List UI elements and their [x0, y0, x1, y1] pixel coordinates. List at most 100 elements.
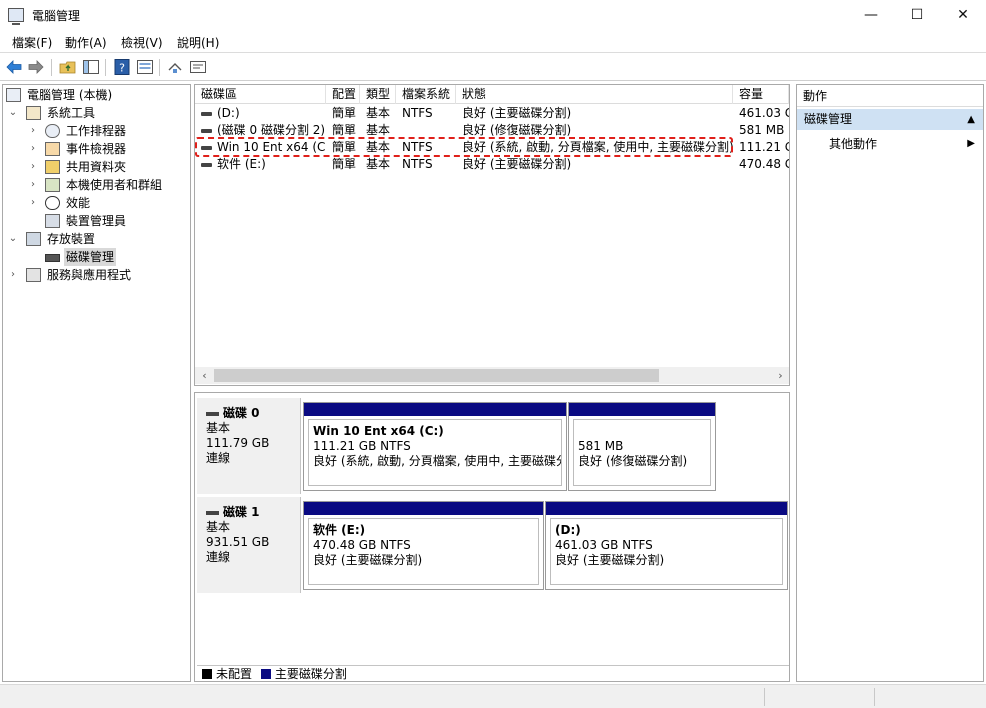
partition-status: 良好 (主要磁碟分割)	[555, 553, 665, 567]
disk-graphical-view: 磁碟 0 基本 111.79 GB 連線 Win 10 Ent x64 (C:)…	[194, 392, 790, 682]
maximize-button[interactable]: ☐	[894, 0, 940, 31]
chevron-right-icon[interactable]: ›	[28, 158, 38, 176]
cell-capacity: 470.48 GB	[739, 157, 789, 171]
column-header-filesystem[interactable]: 檔案系統	[396, 85, 456, 104]
computer-management-icon	[8, 8, 24, 25]
title-bar: 電腦管理 — ☐ ✕	[0, 0, 986, 31]
event-log-icon	[45, 142, 60, 156]
primary-partition-band	[304, 403, 566, 416]
cell-volume: (D:)	[217, 106, 240, 120]
horizontal-scrollbar[interactable]: ‹ ›	[195, 367, 789, 384]
collapse-up-icon[interactable]: ▲	[967, 109, 975, 130]
menu-help[interactable]: 說明(H)	[177, 34, 219, 51]
primary-partition-band	[569, 403, 715, 416]
highlight-annotation	[195, 137, 733, 157]
cell-volume: (磁碟 0 磁碟分割 2)	[217, 123, 326, 137]
disk-state: 連線	[206, 550, 231, 564]
scroll-left-icon[interactable]: ‹	[196, 367, 213, 384]
disk-icon	[45, 254, 60, 262]
partition-e[interactable]: 软件 (E:) 470.48 GB NTFS 良好 (主要磁碟分割)	[303, 501, 544, 590]
cell-capacity: 581 MB	[739, 123, 785, 137]
cell-status: 良好 (主要磁碟分割)	[462, 157, 572, 171]
primary-swatch	[260, 669, 271, 679]
chevron-down-icon[interactable]: ⌄	[8, 104, 18, 122]
forward-arrow-icon[interactable]	[27, 58, 45, 76]
chevron-right-icon[interactable]: ›	[28, 140, 38, 158]
actions-pane: 動作 磁碟管理 ▲ 其他動作 ▶	[796, 84, 984, 682]
more-actions-item[interactable]: 其他動作 ▶	[797, 135, 983, 153]
up-folder-icon[interactable]	[59, 58, 77, 76]
column-header-layout[interactable]: 配置	[326, 85, 360, 104]
unallocated-swatch	[202, 669, 212, 679]
legend-unallocated: 未配置	[216, 667, 253, 681]
cell-status: 良好 (主要磁碟分割)	[462, 106, 572, 120]
partition-name: (D:)	[555, 523, 581, 537]
partition-size: 470.48 GB NTFS	[313, 538, 411, 552]
cell-type: 基本	[366, 157, 391, 171]
drive-icon	[201, 128, 212, 133]
legend: 未配置 主要磁碟分割	[197, 665, 789, 681]
scroll-right-icon[interactable]: ›	[772, 367, 789, 384]
cell-capacity: 461.03 GB	[739, 106, 789, 120]
partition-d[interactable]: (D:) 461.03 GB NTFS 良好 (主要磁碟分割)	[545, 501, 788, 590]
connect-icon[interactable]	[166, 58, 184, 76]
disk-1-label[interactable]: 磁碟 1 基本 931.51 GB 連線	[197, 497, 301, 593]
list-header: 磁碟區 配置 類型 檔案系統 狀態 容量	[195, 85, 789, 104]
chevron-right-icon[interactable]: ›	[28, 122, 38, 140]
cell-type: 基本	[366, 106, 391, 120]
submenu-arrow-icon: ▶	[967, 138, 975, 149]
show-hide-tree-icon[interactable]	[82, 58, 100, 76]
disk-type: 基本	[206, 520, 231, 534]
scrollbar-thumb[interactable]	[214, 369, 659, 382]
partition-c[interactable]: Win 10 Ent x64 (C:) 111.21 GB NTFS 良好 (系…	[303, 402, 567, 491]
legend-primary: 主要磁碟分割	[274, 667, 347, 681]
drive-icon	[201, 162, 212, 167]
menu-file[interactable]: 檔案(F)	[12, 34, 52, 51]
disk-type: 基本	[206, 421, 231, 435]
disk-size: 111.79 GB	[206, 436, 270, 450]
column-header-capacity[interactable]: 容量	[733, 85, 789, 104]
help-icon[interactable]: ?	[113, 58, 131, 76]
toolbar-separator	[105, 59, 106, 76]
users-icon	[45, 178, 60, 192]
column-header-type[interactable]: 類型	[360, 85, 396, 104]
column-header-volume[interactable]: 磁碟區	[195, 85, 326, 104]
partition-status: 良好 (系統, 啟動, 分頁檔案, 使用中, 主要磁碟分割)	[313, 454, 562, 468]
partition-size: 581 MB	[578, 439, 624, 453]
partition-status: 良好 (主要磁碟分割)	[313, 553, 423, 567]
disk-size: 931.51 GB	[206, 535, 270, 549]
shared-folder-icon	[45, 160, 60, 174]
menu-view[interactable]: 檢視(V)	[121, 34, 163, 51]
svg-text:?: ?	[119, 62, 125, 75]
settings-icon[interactable]	[189, 58, 207, 76]
cell-layout: 簡單	[332, 106, 357, 120]
menu-action[interactable]: 動作(A)	[65, 34, 107, 51]
tools-icon	[26, 106, 41, 120]
chevron-right-icon[interactable]: ›	[8, 266, 18, 284]
window-title: 電腦管理	[32, 9, 81, 23]
actions-title: 動作	[797, 85, 983, 107]
partition-size: 111.21 GB NTFS	[313, 439, 411, 453]
clock-icon	[45, 124, 60, 138]
partition-size: 461.03 GB NTFS	[555, 538, 653, 552]
actions-section-disk-management[interactable]: 磁碟管理 ▲	[797, 109, 983, 130]
properties-icon[interactable]	[136, 58, 154, 76]
status-bar	[0, 684, 986, 708]
column-header-status[interactable]: 狀態	[456, 85, 733, 104]
disk-0-label[interactable]: 磁碟 0 基本 111.79 GB 連線	[197, 398, 301, 494]
chevron-right-icon[interactable]: ›	[28, 176, 38, 194]
table-row[interactable]: 软件 (E:) 簡單 基本 NTFS 良好 (主要磁碟分割) 470.48 GB	[195, 156, 789, 173]
partition-name: 软件 (E:)	[313, 523, 366, 537]
device-manager-icon	[45, 214, 60, 228]
partition-recovery[interactable]: 581 MB 良好 (修復磁碟分割)	[568, 402, 716, 491]
cell-filesystem: NTFS	[402, 106, 433, 120]
partition-name: Win 10 Ent x64 (C:)	[313, 424, 444, 438]
minimize-button[interactable]: —	[848, 0, 894, 31]
back-arrow-icon[interactable]	[5, 58, 23, 76]
chevron-down-icon[interactable]: ⌄	[8, 230, 18, 248]
close-button[interactable]: ✕	[940, 0, 986, 31]
chevron-right-icon[interactable]: ›	[28, 194, 38, 212]
navigation-tree: 電腦管理 (本機) ⌄ 系統工具 › 工作排程器 › 事件檢視器 › 共用資料夾…	[2, 84, 191, 682]
partition-status: 良好 (修復磁碟分割)	[578, 454, 688, 468]
table-row[interactable]: (D:) 簡單 基本 NTFS 良好 (主要磁碟分割) 461.03 GB	[195, 105, 789, 122]
